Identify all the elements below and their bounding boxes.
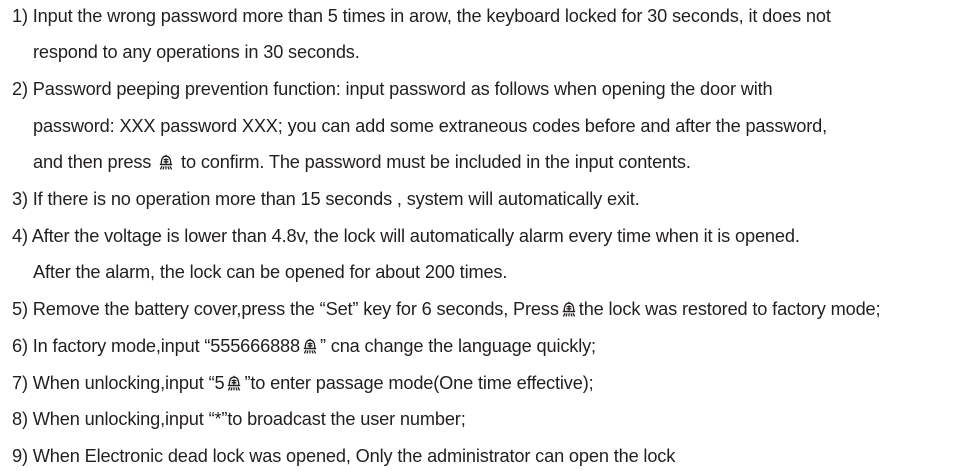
item-7-text-before: 7) When unlocking,input “5	[12, 373, 225, 393]
item-6-line-1: 6) In factory mode,input “555666888 ” cn…	[12, 333, 596, 359]
item-5-text-before: 5) Remove the battery cover,press the “S…	[12, 299, 559, 319]
bell-key-icon	[301, 337, 319, 355]
bell-key-icon	[225, 374, 243, 392]
item-7-line-1: 7) When unlocking,input “5 ”to enter pas…	[12, 370, 594, 396]
item-6-text-after: ” cna change the language quickly;	[319, 336, 596, 356]
item-2-line-2: password: XXX password XXX; you can add …	[33, 116, 827, 136]
bell-key-icon	[157, 153, 175, 171]
item-6-text-before: 6) In factory mode,input “555666888	[12, 336, 300, 356]
item-2-line-3: and then press to confirm. The password …	[33, 149, 691, 175]
item-1-line-2: respond to any operations in 30 seconds.	[33, 42, 360, 62]
item-9-line-1: 9) When Electronic dead lock was opened,…	[12, 446, 676, 466]
item-8-line-1: 8) When unlocking,input “*”to broadcast …	[12, 409, 466, 429]
item-7-text-after: ”to enter passage mode(One time effectiv…	[244, 373, 594, 393]
bell-key-icon	[560, 300, 578, 318]
item-4-line-2: After the alarm, the lock can be opened …	[33, 262, 508, 282]
item-2-line-1: 2) Password peeping prevention function:…	[12, 79, 773, 99]
instruction-list: 1) Input the wrong password more than 5 …	[0, 0, 960, 471]
item-4-line-1: 4) After the voltage is lower than 4.8v,…	[12, 226, 800, 246]
item-5-text-after: the lock was restored to factory mode;	[578, 299, 881, 319]
item-1-line-1: 1) Input the wrong password more than 5 …	[12, 6, 831, 26]
item-2-line-3-text-after: to confirm. The password must be include…	[181, 152, 691, 172]
item-3-line-1: 3) If there is no operation more than 15…	[12, 189, 640, 209]
item-2-line-3-text-before: and then press	[33, 152, 152, 172]
item-5-line-1: 5) Remove the battery cover,press the “S…	[12, 296, 881, 322]
